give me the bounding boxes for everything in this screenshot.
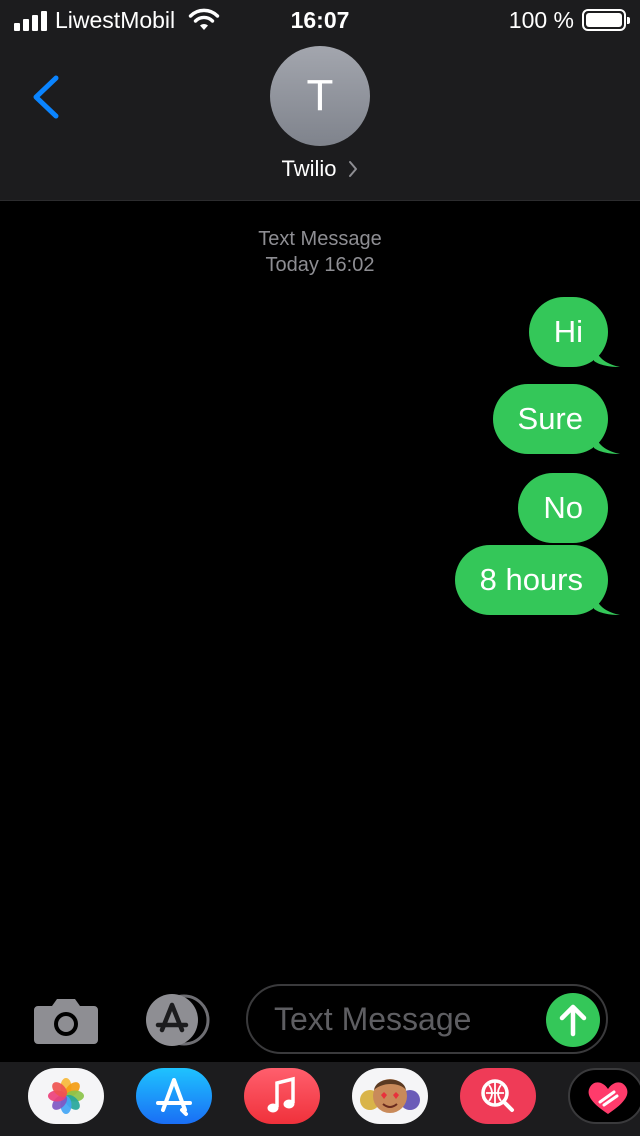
battery-icon: [582, 9, 630, 31]
message-bubble[interactable]: 8 hours: [454, 545, 620, 615]
conversation-header: T Twilio: [0, 40, 640, 201]
service-label: Text Message: [258, 228, 382, 250]
battery-fill: [586, 13, 622, 27]
thread-timestamp: Today 16:02: [265, 254, 375, 276]
contact-avatar[interactable]: T: [270, 46, 370, 146]
send-button[interactable]: [546, 993, 600, 1047]
app-store-icon[interactable]: [140, 994, 212, 1046]
battery-percentage: 100 %: [508, 7, 574, 33]
camera-icon[interactable]: [34, 996, 98, 1044]
message-text: Sure: [517, 401, 583, 436]
arrow-up-icon: [559, 1004, 587, 1037]
message-text: Hi: [553, 314, 583, 349]
chevron-right-icon: [348, 161, 357, 177]
music-app-icon[interactable]: [244, 1068, 320, 1124]
avatar-initial: T: [306, 71, 334, 120]
digital-touch-app-icon[interactable]: [568, 1068, 640, 1124]
message-bubble[interactable]: No: [518, 473, 608, 543]
contact-name: Twilio: [281, 156, 337, 181]
app-store-app-icon[interactable]: [136, 1068, 212, 1124]
memoji-app-icon[interactable]: [352, 1068, 428, 1124]
message-bubble[interactable]: Hi: [528, 297, 620, 367]
chevron-left-icon[interactable]: [26, 72, 66, 122]
search-images-app-icon[interactable]: [460, 1068, 536, 1124]
message-text: 8 hours: [479, 562, 583, 597]
status-right: 100 %: [508, 7, 630, 33]
message-text: No: [543, 490, 583, 525]
status-bar: LiwestMobil 16:07 100 %: [0, 0, 640, 40]
thread-header: Text Message Today 16:02: [0, 226, 640, 278]
app-drawer: [0, 1062, 640, 1136]
message-input-placeholder: Text Message: [274, 1001, 472, 1037]
contact-details-button[interactable]: Twilio: [0, 156, 640, 182]
message-input[interactable]: Text Message: [246, 984, 608, 1054]
message-bubble[interactable]: Sure: [492, 384, 620, 454]
photos-app-icon[interactable]: [28, 1068, 104, 1124]
